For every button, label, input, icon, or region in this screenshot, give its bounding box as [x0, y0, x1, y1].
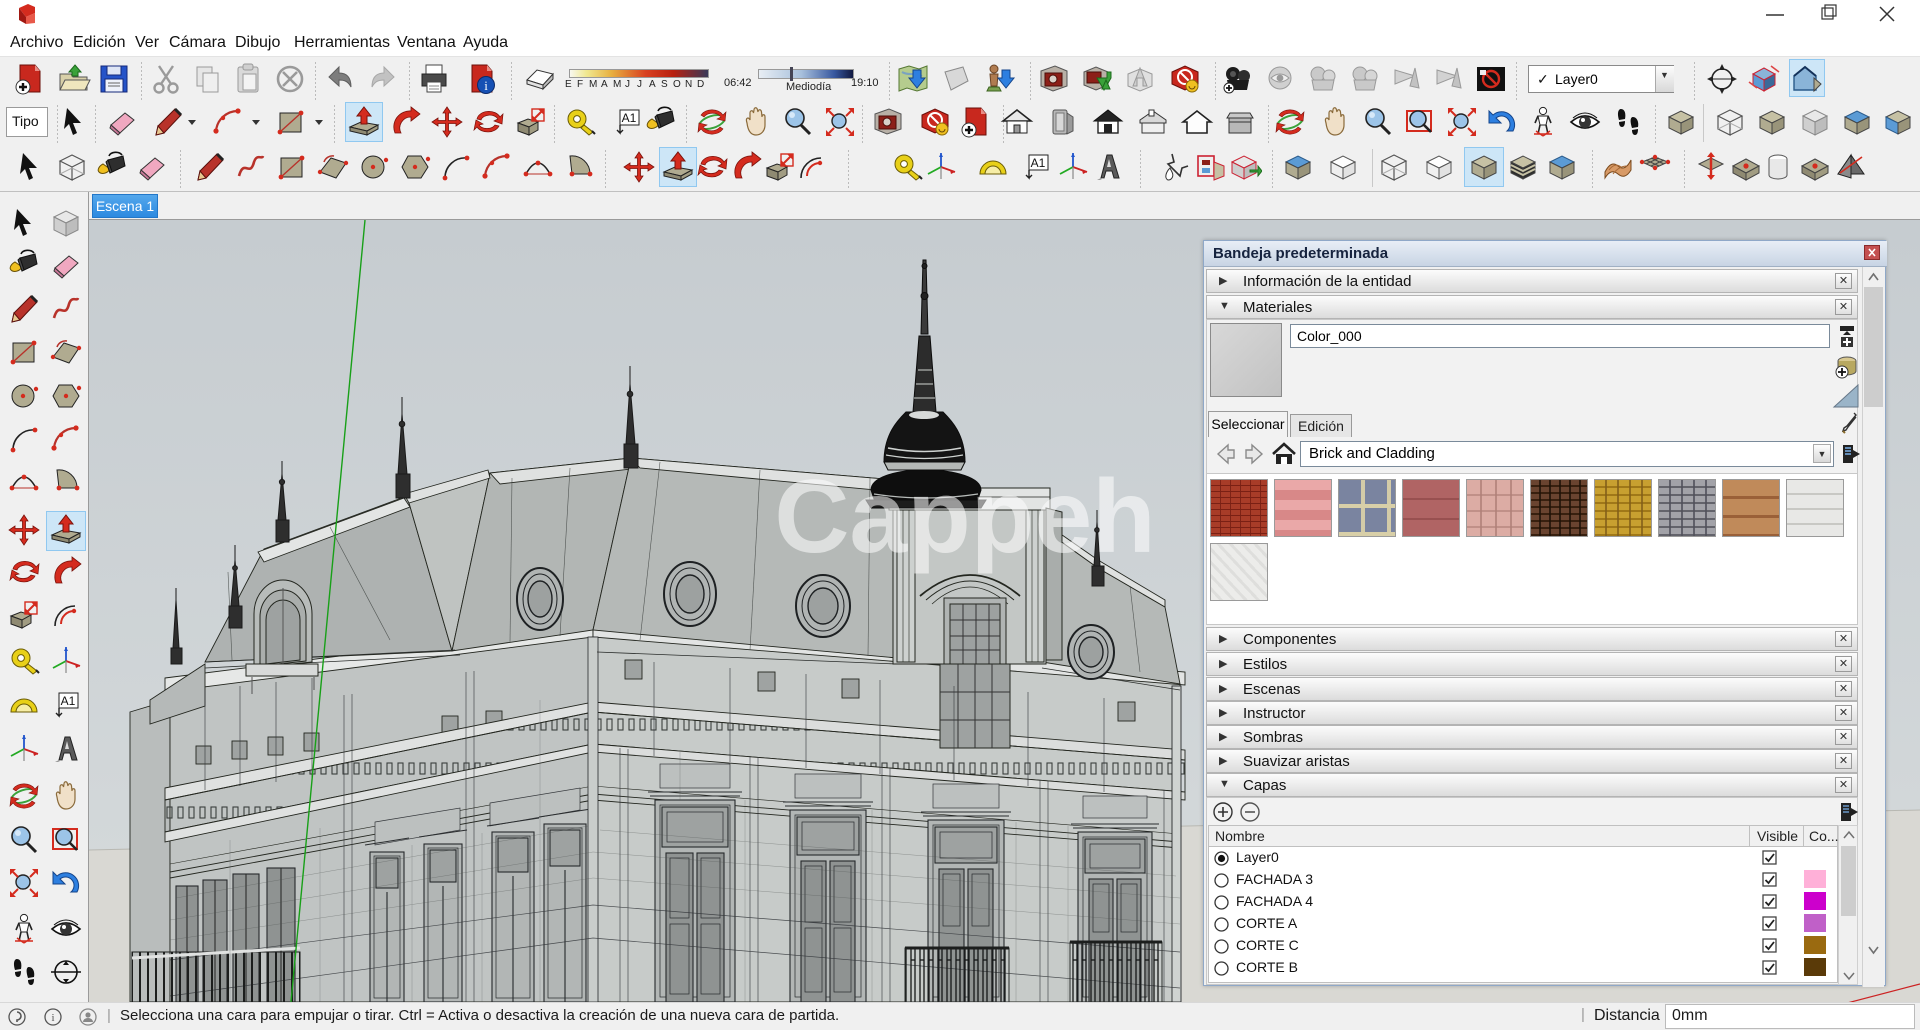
svg-text:i: i [51, 1012, 54, 1024]
svg-text:Cappeh: Cappeh [774, 459, 1155, 575]
